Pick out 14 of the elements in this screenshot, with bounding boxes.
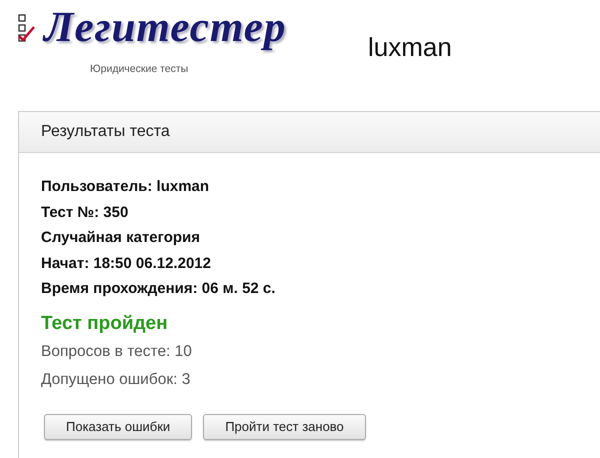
action-button[interactable]: Пройти тест заново	[203, 414, 366, 440]
action-button[interactable]: Показать ошибки	[44, 414, 192, 440]
panel-title: Результаты теста	[41, 123, 170, 141]
site-logo[interactable]: Легитестер	[44, 4, 286, 52]
username: luxman	[368, 32, 452, 63]
stat-text: Вопросов в тесте: 10	[41, 342, 193, 362]
stat-text: Допущено ошибок: 3	[41, 370, 192, 390]
test-status: Тест пройден	[41, 312, 169, 336]
site-tagline: Юридические тесты	[90, 63, 188, 75]
detail-text: Случайная категория	[41, 228, 201, 248]
detail-text: Пользователь: luxman	[41, 177, 210, 197]
detail-text: Время прохождения: 06 м. 52 с.	[41, 279, 276, 299]
detail-text: Тест №: 350	[41, 202, 130, 222]
detail-text: Начат: 18:50 06.12.2012	[41, 254, 212, 274]
